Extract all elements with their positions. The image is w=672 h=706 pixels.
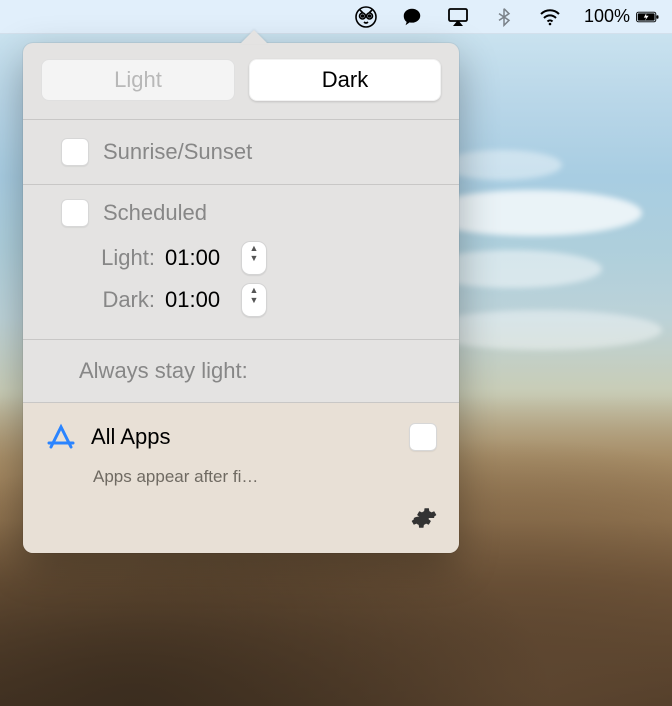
- segment-dark[interactable]: Dark: [249, 59, 441, 101]
- owl-icon[interactable]: [354, 5, 378, 29]
- battery-charging-icon[interactable]: [636, 5, 660, 29]
- bluetooth-icon[interactable]: [492, 5, 516, 29]
- sunrise-checkbox[interactable]: [61, 138, 89, 166]
- airplay-icon[interactable]: [446, 5, 470, 29]
- chat-bubble-icon[interactable]: [400, 5, 424, 29]
- battery-percent: 100%: [584, 6, 630, 27]
- popover-arrow: [240, 30, 268, 44]
- appearance-popover: Light Dark Sunrise/Sunset Scheduled Ligh…: [23, 43, 459, 553]
- scheduled-checkbox[interactable]: [61, 199, 89, 227]
- segment-dark-label: Dark: [322, 67, 368, 93]
- system-menubar: 100%: [0, 0, 672, 34]
- dark-time-value[interactable]: 01:00: [165, 287, 231, 313]
- dark-time-label: Dark:: [87, 287, 155, 313]
- apps-section: All Apps Apps appear after fi…: [23, 403, 459, 553]
- all-apps-subtitle: Apps appear after fi…: [93, 467, 437, 487]
- wifi-icon[interactable]: [538, 5, 562, 29]
- app-store-icon: [45, 421, 77, 453]
- all-apps-title: All Apps: [91, 424, 395, 450]
- always-stay-light-label: Always stay light:: [79, 358, 248, 383]
- dark-time-stepper[interactable]: ▲▼: [241, 283, 267, 317]
- cloud-decoration: [442, 150, 562, 180]
- sunrise-label: Sunrise/Sunset: [103, 139, 252, 165]
- gear-icon[interactable]: [411, 505, 437, 531]
- all-apps-checkbox[interactable]: [409, 423, 437, 451]
- light-time-value[interactable]: 01:00: [165, 245, 231, 271]
- light-time-stepper[interactable]: ▲▼: [241, 241, 267, 275]
- appearance-segmented-control: Light Dark: [23, 43, 459, 120]
- light-time-label: Light:: [87, 245, 155, 271]
- segment-light[interactable]: Light: [41, 59, 235, 101]
- segment-light-label: Light: [114, 67, 162, 93]
- scheduled-label: Scheduled: [103, 200, 207, 226]
